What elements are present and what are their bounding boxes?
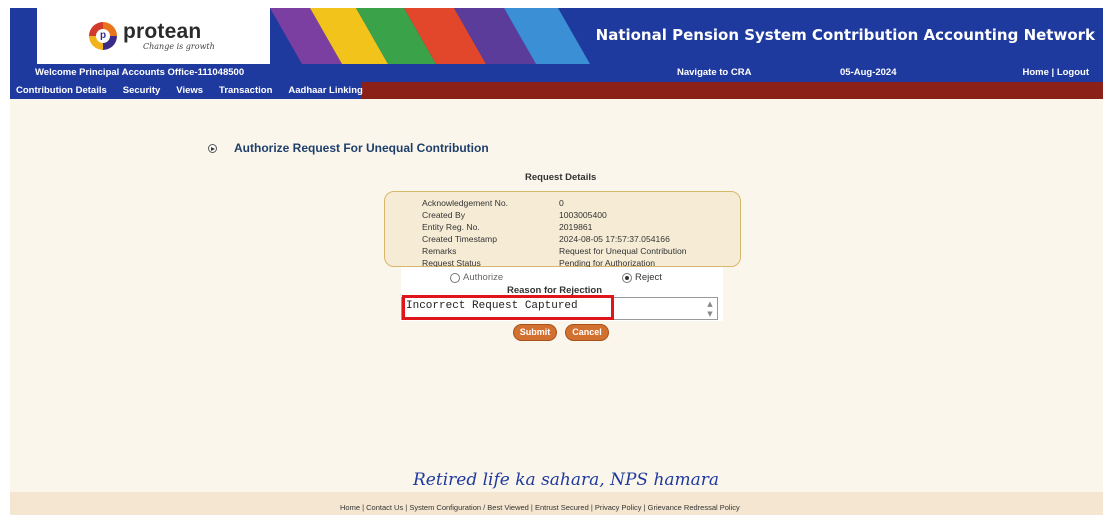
navigate-to-cra-link[interactable]: Navigate to CRA	[677, 67, 751, 78]
scroll-up-icon[interactable]: ▲	[704, 299, 716, 309]
detail-value-created-by: 1003005400	[559, 210, 607, 220]
menu-item-security[interactable]: Security	[115, 85, 169, 96]
link-separator: |	[1051, 67, 1055, 78]
bullet-arrow-icon	[208, 144, 217, 153]
detail-label-created-by: Created By	[422, 210, 465, 220]
reject-radio-label: Reject	[635, 272, 662, 283]
welcome-text: Welcome Principal Accounts Office-111048…	[35, 67, 245, 78]
reject-radio-selected-icon	[622, 272, 632, 283]
home-link[interactable]: Home	[1022, 67, 1048, 78]
banner-color-stripes	[270, 8, 590, 64]
header-banner: p protean Change is growth National Pens…	[10, 8, 1103, 64]
detail-value-created-timestamp: 2024-08-05 17:57:37.054166	[559, 234, 670, 244]
menu-item-aadhaar-linking[interactable]: Aadhaar Linking	[280, 85, 370, 96]
slogan: Retired life ka sahara, NPS hamara	[413, 470, 720, 490]
page-title: Authorize Request For Unequal Contributi…	[234, 141, 489, 155]
page-frame: p protean Change is growth National Pens…	[10, 8, 1103, 515]
scroll-down-icon[interactable]: ▼	[704, 309, 716, 319]
detail-label-acknowledgement-no: Acknowledgement No.	[422, 198, 508, 208]
submit-button[interactable]: Submit	[513, 324, 557, 341]
main-menu: Contribution Details Security Views Tran…	[10, 82, 363, 99]
app-title: National Pension System Contribution Acc…	[595, 26, 1095, 44]
request-details-panel: Acknowledgement No. 0 Created By 1003005…	[384, 191, 741, 268]
current-date: 05-Aug-2024	[840, 67, 897, 78]
detail-label-remarks: Remarks	[422, 246, 457, 256]
menu-item-views[interactable]: Views	[168, 85, 211, 96]
logo-name: protean	[123, 20, 202, 43]
detail-value-acknowledgement-no: 0	[559, 198, 564, 208]
authorize-radio-icon	[450, 272, 460, 283]
protean-logo-icon: p	[89, 22, 117, 50]
logo-tagline: Change is growth	[143, 42, 215, 51]
home-logout-links: Home | Logout	[1022, 67, 1089, 78]
detail-value-remarks: Request for Unequal Contribution	[559, 246, 687, 256]
authorize-radio[interactable]: Authorize	[450, 272, 503, 283]
detail-label-created-timestamp: Created Timestamp	[422, 234, 497, 244]
logout-link[interactable]: Logout	[1057, 67, 1089, 78]
menu-item-contribution-details[interactable]: Contribution Details	[10, 85, 115, 96]
request-details-heading: Request Details	[525, 172, 597, 183]
footer-links[interactable]: Home | Contact Us | System Configuration…	[340, 503, 740, 512]
authorize-radio-label: Authorize	[463, 272, 504, 283]
menu-item-transaction[interactable]: Transaction	[211, 85, 280, 96]
main-menu-bar: Contribution Details Security Views Tran…	[10, 82, 1103, 99]
reject-radio[interactable]: Reject	[622, 272, 662, 283]
highlight-box	[402, 295, 614, 320]
detail-value-entity-reg-no: 2019861	[559, 222, 593, 232]
welcome-bar: Welcome Principal Accounts Office-111048…	[10, 64, 1103, 82]
cancel-button[interactable]: Cancel	[565, 324, 609, 341]
textarea-scrollbar[interactable]: ▲ ▼	[704, 299, 716, 319]
logo: p protean Change is growth	[37, 8, 270, 64]
detail-label-entity-reg-no: Entity Reg. No.	[422, 222, 480, 232]
footer: Home | Contact Us | System Configuration…	[10, 492, 1103, 515]
